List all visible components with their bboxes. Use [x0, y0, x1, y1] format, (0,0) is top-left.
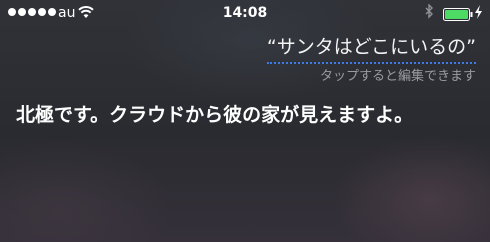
siri-answer: 北極です。クラウドから彼の家が見えますよ。 [16, 104, 414, 126]
bluetooth-icon [425, 3, 434, 24]
charging-bolt-icon [474, 4, 483, 24]
tap-to-edit-hint: タップすると編集できます [319, 69, 476, 84]
status-bar: au 14:08 [0, 0, 490, 26]
clock: 14:08 [222, 5, 268, 21]
siri-query[interactable]: “サンタはどこにいるの” タップすると編集できます [266, 34, 476, 86]
battery-icon [443, 6, 473, 25]
spoken-query-text[interactable]: “サンタはどこにいるの” [266, 34, 476, 64]
